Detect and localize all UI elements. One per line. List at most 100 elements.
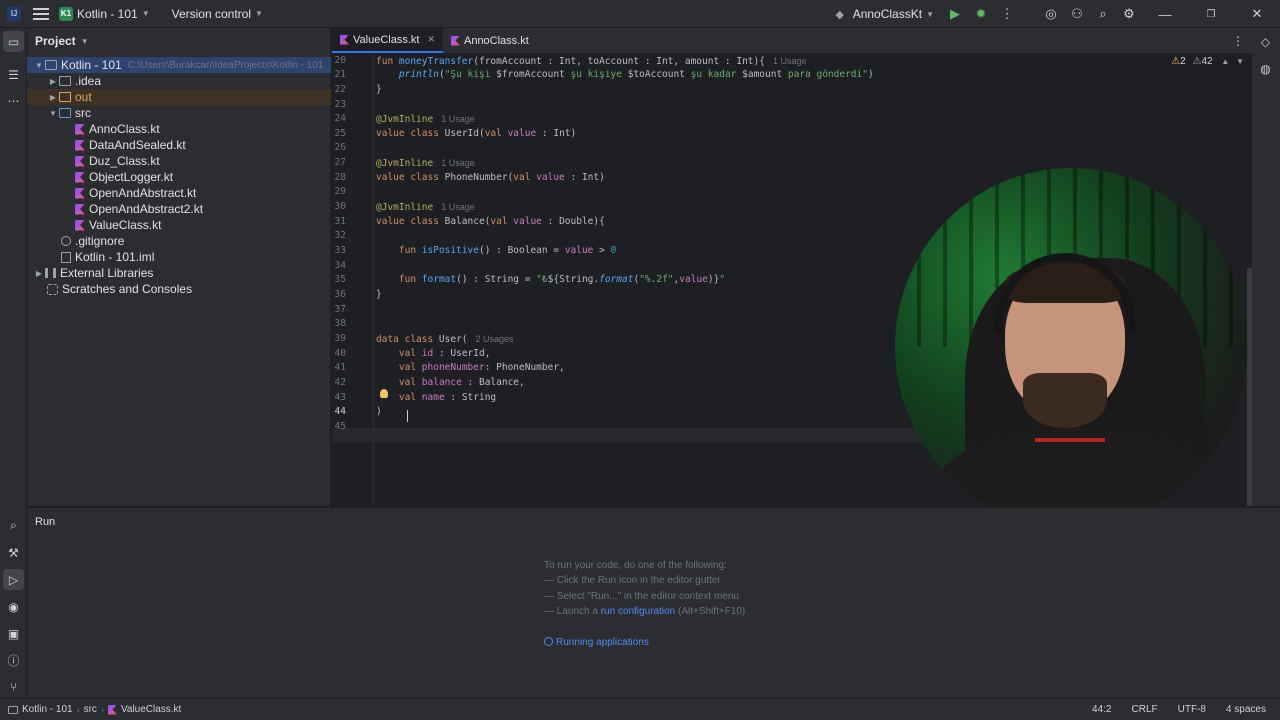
text-cursor — [407, 410, 408, 422]
maximize-icon[interactable]: ❐ — [1188, 0, 1234, 28]
tree-item-out[interactable]: ▶ out — [27, 89, 331, 105]
project-folder-icon[interactable]: ▭ — [3, 31, 24, 52]
file-encoding[interactable]: UTF-8 — [1178, 704, 1206, 715]
usage-hint: 2 Usages — [475, 334, 514, 344]
git-icon[interactable]: ⑂ — [3, 676, 24, 697]
editor-tabs: ValueClass.kt ✕ AnnoClass.kt ⋮ — [332, 28, 1252, 54]
run-hint-3: — Launch a run configuration (Alt+Shift+… — [544, 606, 746, 617]
settings-gear-icon[interactable]: ⚙ — [1116, 0, 1142, 28]
tree-item-file[interactable]: ObjectLogger.kt — [27, 169, 331, 185]
tree-item-file[interactable]: Duz_Class.kt — [27, 153, 331, 169]
breadcrumb-file[interactable]: ValueClass.kt — [121, 704, 181, 715]
tree-item-idea[interactable]: ▶ .idea — [27, 73, 331, 89]
terminal-icon[interactable]: ▣ — [3, 623, 24, 644]
run-config-selector[interactable]: AnnoClassKt — [853, 7, 922, 21]
tree-item-label: Kotlin - 101.iml — [75, 250, 155, 264]
folder-icon — [8, 705, 18, 714]
tree-item-file[interactable]: AnnoClass.kt — [27, 121, 331, 137]
notifications-icon[interactable]: ◇ — [1255, 31, 1276, 52]
minimize-icon[interactable]: — — [1142, 0, 1188, 28]
ai-chat-icon[interactable]: ◍ — [1255, 58, 1276, 79]
problems-icon[interactable]: ⓘ — [3, 650, 24, 671]
find-icon[interactable]: ⌕ — [3, 515, 24, 536]
intellij-logo-icon: IJ — [7, 6, 21, 21]
chevron-down-icon: ▼ — [141, 9, 150, 18]
run-tool-icon[interactable]: ▷ — [3, 569, 24, 590]
more-actions-icon[interactable]: ⋮ — [994, 0, 1020, 28]
line-separator[interactable]: CRLF — [1132, 704, 1158, 715]
usage-hint: 1 Usage — [441, 114, 475, 124]
kotlin-file-icon — [75, 123, 85, 135]
intention-bulb-icon[interactable] — [380, 389, 388, 398]
code-line: 24 @JvmInline 1 Usage — [334, 113, 475, 125]
tree-item-file[interactable]: OpenAndAbstract2.kt — [27, 201, 331, 217]
tree-item-src[interactable]: ▼ src — [27, 105, 331, 121]
tree-item-label: AnnoClass.kt — [89, 122, 160, 136]
run-config-icon: ◆ — [835, 8, 844, 21]
scratches-icon — [47, 283, 58, 295]
caret-position[interactable]: 44:2 — [1092, 704, 1111, 715]
tree-item-file[interactable]: OpenAndAbstract.kt — [27, 185, 331, 201]
tree-item-external-libraries[interactable]: ▶ External Libraries — [27, 265, 331, 281]
tree-item-label: ValueClass.kt — [89, 218, 162, 232]
version-control-menu[interactable]: Version control — [172, 7, 251, 21]
search-icon[interactable]: ⌕ — [1090, 0, 1116, 28]
run-panel-title: Run — [35, 516, 56, 528]
tab-valueclass[interactable]: ValueClass.kt ✕ — [332, 28, 443, 53]
status-bar: Kotlin - 101 › src › ValueClass.kt 44:2 … — [0, 698, 1280, 720]
usage-hint: 1 Usage — [772, 56, 807, 66]
tree-item-label: .gitignore — [75, 234, 125, 248]
tree-item-label: DataAndSealed.kt — [89, 138, 186, 152]
project-panel: Project ▼ ▼ Kotlin - 101 C:\Users\Burakc… — [27, 28, 331, 506]
tree-item-file[interactable]: ValueClass.kt — [27, 217, 331, 233]
tab-annoclass[interactable]: AnnoClass.kt — [443, 28, 537, 53]
usage-hint: 1 Usage — [441, 202, 475, 212]
library-icon — [45, 268, 56, 278]
tree-item-root[interactable]: ▼ Kotlin - 101 C:\Users\Burakcan\IdeaPro… — [27, 57, 331, 73]
chevron-right-icon: ▶ — [49, 92, 57, 102]
tree-item-label: ObjectLogger.kt — [89, 170, 174, 184]
code-line: 23 — [334, 99, 346, 110]
chevron-right-icon: ▶ — [35, 268, 43, 278]
indent-setting[interactable]: 4 spaces — [1226, 704, 1266, 715]
debug-icon[interactable]: ✹ — [968, 0, 994, 28]
tree-item-iml[interactable]: Kotlin - 101.iml — [27, 249, 331, 265]
close-tab-icon[interactable]: ✕ — [427, 34, 435, 45]
module-file-icon — [61, 251, 71, 263]
excluded-folder-icon — [59, 92, 71, 102]
structure-icon[interactable]: ☰ — [3, 64, 24, 85]
services-icon[interactable]: ◉ — [3, 596, 24, 617]
tree-item-gitignore[interactable]: .gitignore — [27, 233, 331, 249]
tree-item-label: OpenAndAbstract2.kt — [89, 202, 204, 216]
chevron-down-icon: ▼ — [255, 9, 263, 18]
tree-item-label: Kotlin - 101 — [61, 58, 122, 72]
more-tools-icon[interactable]: ⋯ — [3, 90, 24, 111]
tree-item-label: Scratches and Consoles — [62, 282, 193, 296]
main-menu-icon[interactable] — [33, 7, 49, 20]
root-path: C:\Users\Burakcan\IdeaProjects\Kotlin - … — [127, 59, 324, 71]
build-hammer-icon[interactable]: ⚒ — [3, 542, 24, 563]
more-tabs-icon[interactable]: ⋮ — [1232, 34, 1244, 48]
run-configuration-link[interactable]: run configuration — [601, 606, 676, 617]
code-with-me-icon[interactable]: ⚇ — [1064, 0, 1090, 28]
tree-item-scratches[interactable]: Scratches and Consoles — [27, 281, 331, 297]
running-applications-link[interactable]: Running applications — [544, 637, 649, 648]
project-switcher[interactable]: Kotlin - 101 — [77, 7, 138, 21]
code-line: 21 println("Şu kişi $fromAccount şu kişi… — [334, 69, 874, 80]
close-icon[interactable]: ✕ — [1234, 0, 1280, 28]
run-tool-window: Run To run your code, do one of the foll… — [27, 507, 1280, 698]
tree-item-label: External Libraries — [60, 266, 154, 280]
ai-assistant-icon[interactable]: ◎ — [1038, 0, 1064, 28]
kotlin-file-icon — [75, 139, 85, 151]
folder-icon — [59, 76, 71, 86]
source-folder-icon — [59, 108, 71, 118]
project-panel-header[interactable]: Project ▼ — [27, 28, 330, 54]
breadcrumb-project[interactable]: Kotlin - 101 — [22, 704, 73, 715]
kotlin-file-icon — [75, 155, 85, 167]
run-hint-2: — Select "Run..." in the editor context … — [544, 591, 739, 602]
breadcrumb-src[interactable]: src — [84, 704, 97, 715]
tree-item-file[interactable]: DataAndSealed.kt — [27, 137, 331, 153]
tree-item-label: OpenAndAbstract.kt — [89, 186, 197, 200]
run-icon[interactable]: ▶ — [942, 0, 968, 28]
chevron-down-icon[interactable]: ▼ — [1236, 57, 1244, 66]
